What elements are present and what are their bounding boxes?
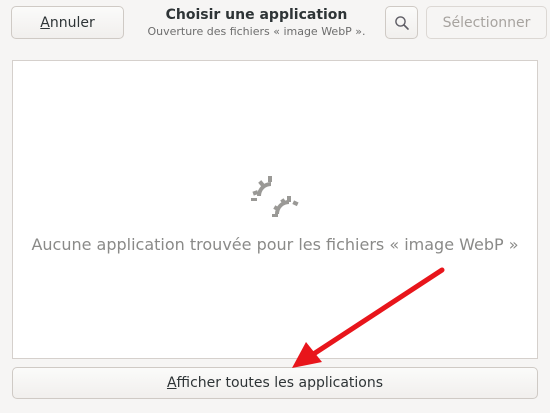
search-button[interactable] bbox=[385, 6, 418, 39]
cancel-mnemonic: A bbox=[40, 14, 50, 31]
dialog-title: Choisir une application bbox=[165, 7, 348, 23]
header-bar: Annuler Choisir une application Ouvertur… bbox=[0, 0, 550, 46]
select-button[interactable]: Sélectionner bbox=[426, 6, 547, 39]
search-icon bbox=[394, 15, 409, 30]
application-list-area: Aucune application trouvée pour les fich… bbox=[12, 60, 538, 359]
show-all-mnemonic: A bbox=[166, 375, 177, 391]
app-chooser-dialog: Annuler Choisir une application Ouvertur… bbox=[0, 0, 550, 413]
dialog-subtitle: Ouverture des fichiers « image WebP ». bbox=[147, 25, 366, 38]
show-all-label: fficher toutes les applications bbox=[176, 375, 384, 391]
cancel-label: nnuler bbox=[49, 14, 95, 31]
empty-state-message: Aucune application trouvée pour les fich… bbox=[31, 235, 519, 254]
dialog-title-area: Choisir une application Ouverture des fi… bbox=[134, 6, 379, 39]
show-all-applications-button[interactable]: Afficher toutes les applications bbox=[12, 367, 538, 399]
cancel-button[interactable]: Annuler bbox=[11, 6, 124, 39]
application-missing-icon bbox=[251, 176, 299, 217]
